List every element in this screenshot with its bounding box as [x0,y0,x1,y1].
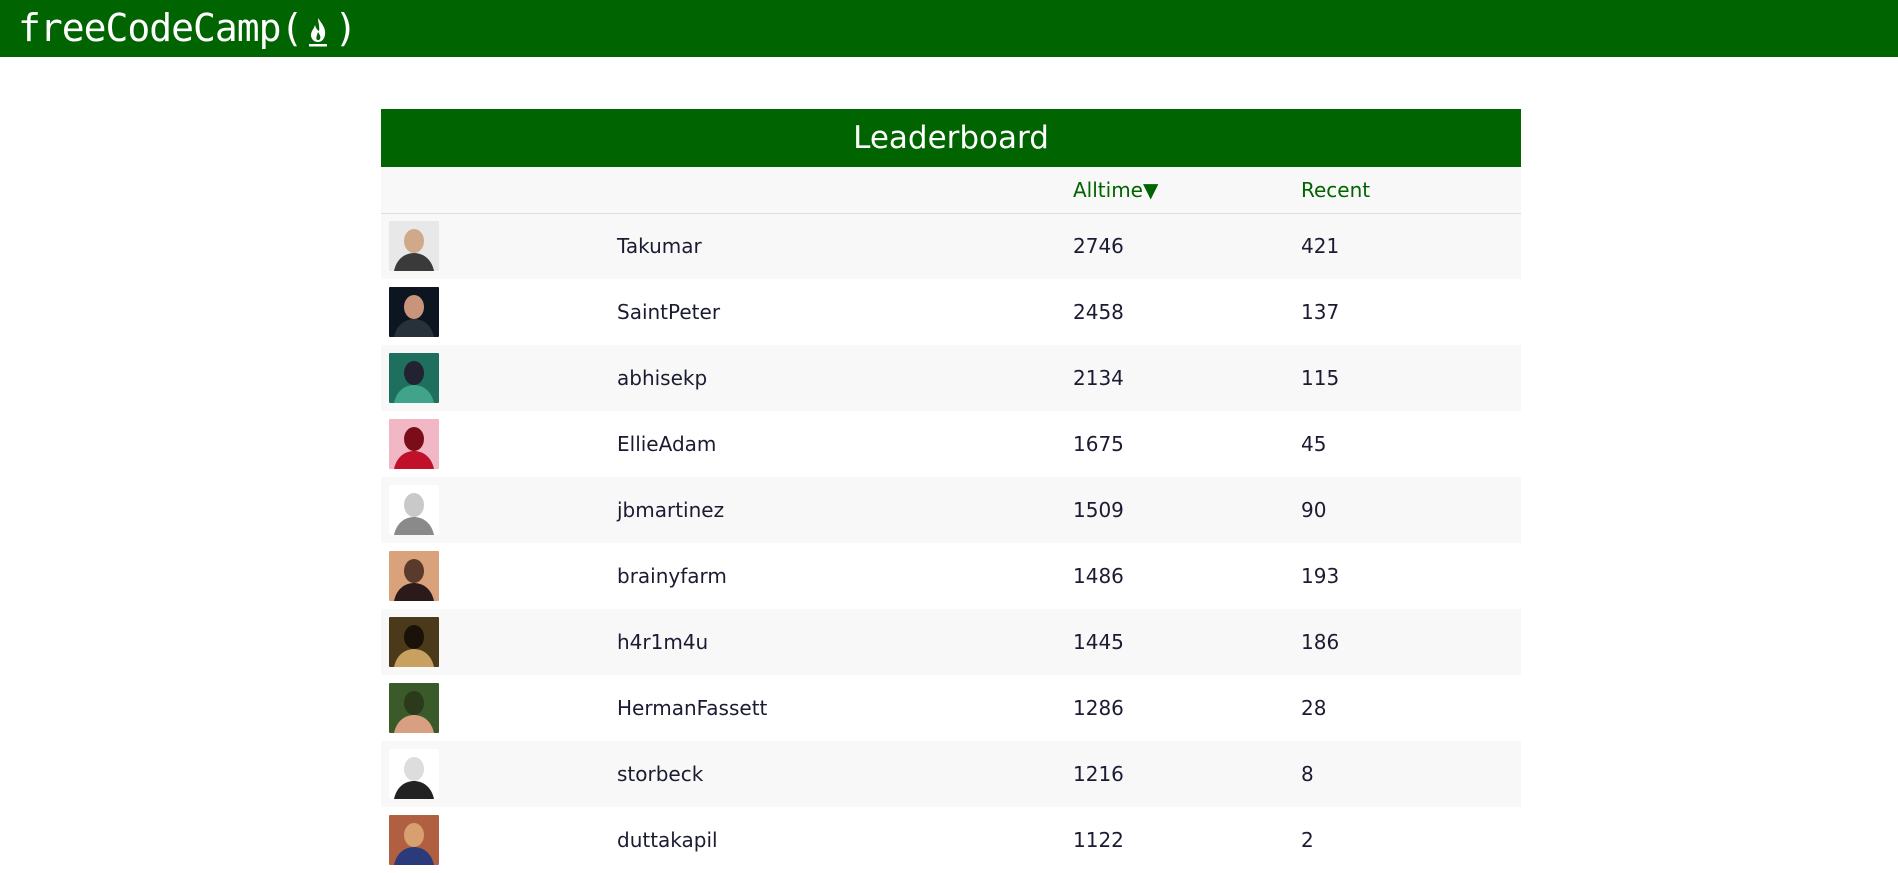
alltime-points: 1216 [1073,762,1124,786]
leaderboard-rows: Takumar 2746 421 SaintPeter 2458 137 abhisekp 2… [381,213,1521,873]
avatar[interactable] [389,221,439,272]
recent-points: 193 [1301,564,1340,588]
username-link[interactable]: brainyfarm [609,543,1065,609]
alltime-points: 1509 [1073,498,1124,522]
avatar-cell [381,345,609,411]
username-link[interactable]: jbmartinez [609,477,1065,543]
recent-points: 137 [1301,300,1340,324]
table-row: jbmartinez 1509 90 [381,477,1521,543]
sort-alltime-button[interactable]: Alltime▼ [1065,167,1293,214]
table-row: EllieAdam 1675 45 [381,411,1521,477]
table-row: Takumar 2746 421 [381,213,1521,279]
alltime-points: 1445 [1073,630,1124,654]
recent-points: 115 [1301,366,1340,390]
username-link[interactable]: duttakapil [609,807,1065,873]
username-link[interactable]: abhisekp [609,345,1065,411]
table-row: duttakapil 1122 2 [381,807,1521,873]
username-link[interactable]: EllieAdam [609,411,1065,477]
table-row: h4r1m4u 1445 186 [381,609,1521,675]
leaderboard: Leaderboard Alltime▼ Recent Takumar 2746 4… [381,109,1521,873]
avatar[interactable] [389,485,439,535]
avatar-cell [381,675,609,741]
avatar[interactable] [389,683,439,733]
avatar[interactable] [389,287,439,337]
avatar-cell [381,477,609,543]
avatar[interactable] [389,749,439,799]
recent-points: 186 [1301,630,1340,654]
table-header-row: Alltime▼ Recent [381,167,1521,214]
avatar-cell [381,609,609,675]
avatar-cell [381,807,609,873]
top-navbar: freeCodeCamp ( ) [0,0,1898,57]
alltime-points: 1286 [1073,696,1124,720]
username-link[interactable]: SaintPeter [609,279,1065,345]
flame-icon [303,10,333,48]
table-row: SaintPeter 2458 137 [381,279,1521,345]
avatar-cell [381,411,609,477]
recent-points: 2 [1301,828,1314,852]
avatar-cell [381,543,609,609]
logo-paren-open: ( [280,6,304,50]
username-link[interactable]: Takumar [609,213,1065,279]
alltime-points: 1675 [1073,432,1124,456]
recent-points: 8 [1301,762,1314,786]
recent-points: 90 [1301,498,1327,522]
alltime-points: 1122 [1073,828,1124,852]
username-link[interactable]: h4r1m4u [609,609,1065,675]
username-link[interactable]: storbeck [609,741,1065,807]
table-row: abhisekp 2134 115 [381,345,1521,411]
table-row: HermanFassett 1286 28 [381,675,1521,741]
leaderboard-table: Alltime▼ Recent Takumar 2746 421 SaintPeter… [381,167,1521,873]
column-header-avatar [381,167,609,214]
avatar-cell [381,213,609,279]
leaderboard-title: Leaderboard [381,109,1521,167]
sort-recent-button[interactable]: Recent [1293,167,1521,214]
avatar[interactable] [389,617,439,667]
avatar-cell [381,741,609,807]
table-row: brainyfarm 1486 193 [381,543,1521,609]
column-header-name [609,167,1065,214]
avatar[interactable] [389,419,439,469]
recent-points: 28 [1301,696,1327,720]
username-link[interactable]: HermanFassett [609,675,1065,741]
freecodecamp-logo[interactable]: freeCodeCamp ( ) [18,0,357,57]
table-row: storbeck 1216 8 [381,741,1521,807]
logo-text: freeCodeCamp [18,6,282,50]
alltime-points: 2746 [1073,234,1124,259]
alltime-points: 1486 [1073,564,1124,588]
avatar[interactable] [389,551,439,601]
avatar-cell [381,279,609,345]
avatar[interactable] [389,815,439,865]
avatar[interactable] [389,353,439,403]
recent-points: 45 [1301,432,1327,456]
logo-paren-close: ) [334,6,357,50]
alltime-points: 2134 [1073,366,1124,390]
recent-points: 421 [1301,234,1340,259]
alltime-points: 2458 [1073,300,1124,324]
